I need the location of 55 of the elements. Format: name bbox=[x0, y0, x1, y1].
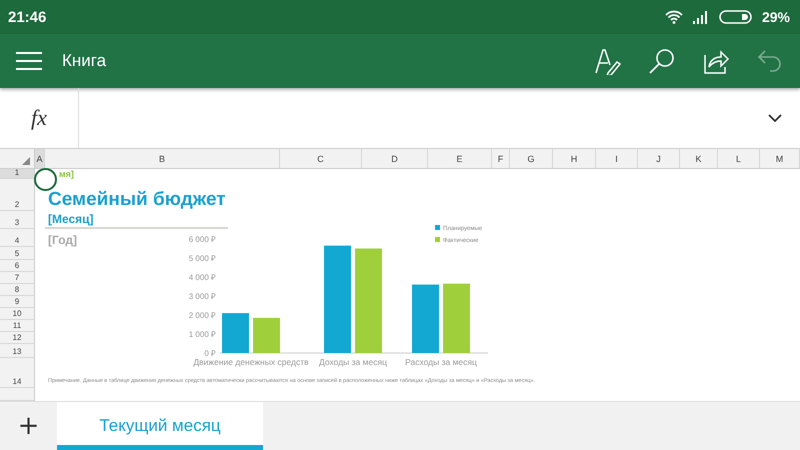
row-header[interactable]: 11 bbox=[0, 320, 35, 332]
y-axis-label: 1 000 ₽ bbox=[188, 330, 216, 339]
row-header[interactable]: 1 bbox=[0, 169, 35, 179]
y-axis-label: 6 000 ₽ bbox=[188, 235, 216, 244]
search-icon[interactable] bbox=[648, 47, 676, 75]
row-header[interactable]: 14 bbox=[0, 358, 35, 388]
y-axis-label: 0 ₽ bbox=[204, 349, 216, 358]
function-button[interactable]: fx bbox=[0, 88, 79, 148]
row-header[interactable]: 9 bbox=[0, 296, 35, 308]
battery-icon bbox=[718, 10, 753, 24]
x-axis-label: Движение денежных средств bbox=[193, 357, 309, 367]
row-header[interactable]: 12 bbox=[0, 332, 35, 344]
sheet-title: Семейный бюджет bbox=[48, 189, 226, 211]
row-header[interactable]: 7 bbox=[0, 272, 35, 284]
text-format-icon[interactable] bbox=[594, 47, 622, 75]
chevron-down-icon[interactable] bbox=[768, 114, 782, 122]
column-header[interactable]: A bbox=[35, 149, 45, 169]
select-all-icon[interactable] bbox=[22, 157, 30, 165]
menu-icon[interactable] bbox=[16, 52, 42, 70]
x-axis-label: Доходы за месяц bbox=[319, 357, 387, 367]
clock-time: 21:46 bbox=[8, 8, 46, 26]
row-header[interactable]: 4 bbox=[0, 229, 35, 247]
wifi-icon bbox=[664, 10, 683, 24]
y-axis-label: 4 000 ₽ bbox=[188, 273, 216, 282]
column-header[interactable]: H bbox=[553, 149, 596, 169]
row-header[interactable]: 3 bbox=[0, 211, 35, 229]
selection-handle[interactable] bbox=[34, 168, 57, 191]
row-header[interactable]: 5 bbox=[0, 247, 35, 260]
x-axis-label: Расходы за месяц bbox=[405, 357, 477, 367]
column-header[interactable]: L bbox=[718, 149, 760, 169]
year-label: [Год] bbox=[48, 233, 77, 247]
column-header[interactable]: M bbox=[760, 149, 800, 169]
row-header[interactable]: 2 bbox=[0, 179, 35, 211]
row-header[interactable]: 10 bbox=[0, 308, 35, 320]
column-header[interactable]: C bbox=[280, 149, 362, 169]
y-axis-label: 2 000 ₽ bbox=[188, 311, 216, 320]
month-label: [Месяц] bbox=[48, 212, 94, 226]
row-header[interactable]: 13 bbox=[0, 344, 35, 358]
document-title: Книга bbox=[62, 51, 106, 71]
column-header[interactable]: B bbox=[45, 149, 280, 169]
column-header[interactable]: E bbox=[428, 149, 492, 169]
column-header[interactable]: F bbox=[492, 149, 510, 169]
column-header[interactable]: G bbox=[510, 149, 553, 169]
y-axis-label: 3 000 ₽ bbox=[188, 292, 216, 301]
column-header[interactable]: K bbox=[680, 149, 718, 169]
add-sheet-button[interactable]: + bbox=[0, 402, 57, 450]
row-header[interactable]: 8 bbox=[0, 284, 35, 296]
column-header[interactable]: D bbox=[362, 149, 428, 169]
column-header[interactable]: I bbox=[596, 149, 638, 169]
y-axis-label: 5 000 ₽ bbox=[188, 254, 216, 263]
cell-text: мя] bbox=[59, 169, 74, 179]
column-header[interactable]: J bbox=[638, 149, 680, 169]
signal-icon bbox=[692, 10, 710, 24]
row-header[interactable]: 6 bbox=[0, 260, 35, 272]
battery-percent: 29% bbox=[762, 9, 790, 25]
